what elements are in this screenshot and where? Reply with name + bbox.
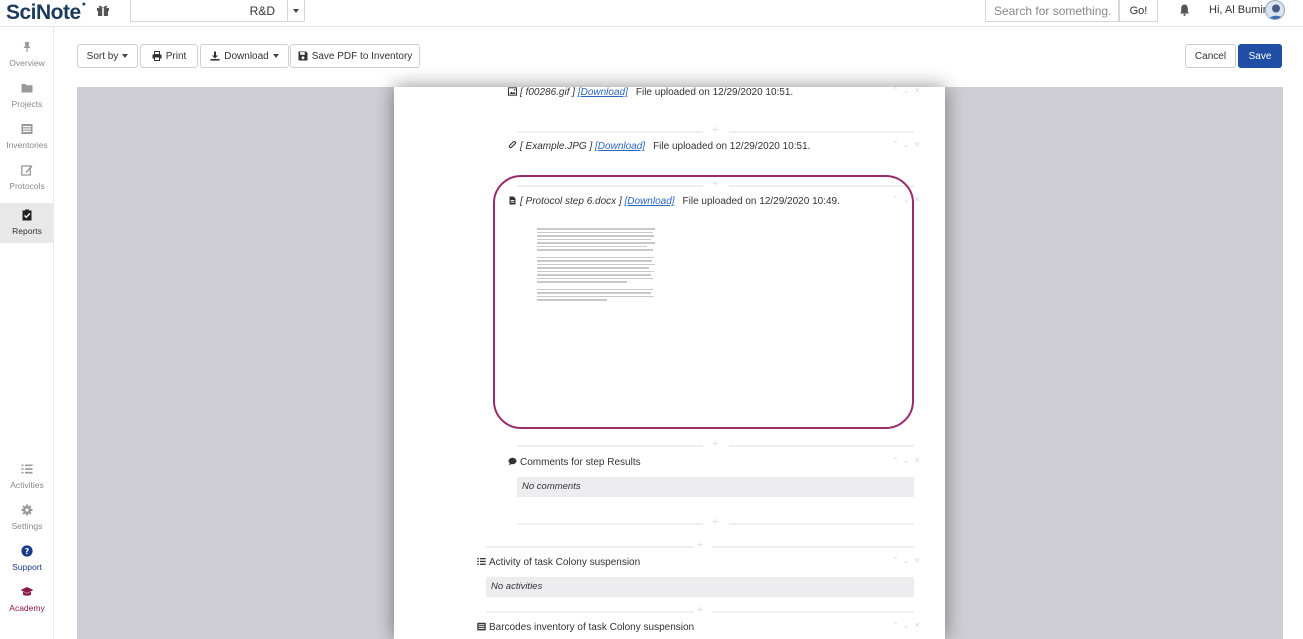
section-divider [712,546,914,548]
chevron-down-icon [122,54,129,58]
section-divider [486,546,694,548]
list-box-icon [477,622,486,631]
gear-icon [21,504,33,516]
sidebar-item-projects[interactable]: Projects [0,82,54,122]
print-button[interactable]: Print [140,44,198,68]
sidebar-item-support[interactable]: ? Support [0,545,54,585]
scinote-logo[interactable]: SciNote● [6,1,86,25]
clipboard-check-icon [22,209,32,221]
team-selector-toggle[interactable] [287,0,305,22]
download-icon [210,51,220,61]
report-canvas[interactable]: ⌃ ⌄ ✕ [ f00286.gif ] [Download] File uplo… [77,86,1283,639]
save-pdf-to-inventory-button[interactable]: Save PDF to Inventory [290,44,420,68]
sidebar-item-academy[interactable]: Academy [0,586,54,626]
svg-text:?: ? [25,547,30,556]
highlight-annotation [493,175,914,429]
top-navbar: SciNote● R&D Go! Hi, Al Bumin [0,0,1303,27]
report-toolbar: Sort by Print Download Save PDF to Inven… [55,27,1303,87]
result-file-row: [ Example.JPG ] [Download] File uploaded … [508,141,810,152]
empty-activities-box: No activities [486,577,914,597]
element-controls[interactable]: ⌃ ⌄ ✕ [892,456,922,465]
sidebar-item-settings[interactable]: Settings [0,504,54,544]
add-element-icon[interactable]: + [697,539,703,551]
sidebar-item-activities[interactable]: Activities [0,463,54,503]
add-element-icon[interactable]: + [712,438,718,450]
sidebar-item-inventories[interactable]: Inventories [0,123,54,163]
download-button[interactable]: Download [200,44,289,68]
team-selector[interactable]: R&D [130,0,288,22]
section-divider [517,131,703,133]
add-element-icon[interactable]: + [712,124,718,136]
left-sidebar: Overview Projects Inventories Protocols … [0,27,54,639]
section-divider [517,523,703,525]
list-box-icon [21,124,33,134]
chevron-down-icon [293,9,299,13]
download-link[interactable]: [Download] [595,141,645,152]
sidebar-item-overview[interactable]: Overview [0,41,54,81]
floppy-disk-icon [298,51,308,61]
activity-section-title: Activity of task Colony suspension [477,557,640,568]
section-divider [486,611,694,613]
section-divider [729,523,914,525]
graduation-cap-icon [20,587,34,596]
gift-icon[interactable] [96,3,110,17]
element-controls[interactable]: ⌃ ⌄ ✕ [892,86,922,95]
sort-by-button[interactable]: Sort by [77,44,138,68]
section-divider [517,445,703,447]
folder-icon [21,84,33,93]
bell-icon[interactable] [1179,4,1190,16]
sidebar-item-reports[interactable]: Reports [0,203,54,243]
image-icon [508,87,517,96]
paperclip-icon [508,141,517,149]
search-input[interactable] [985,0,1119,22]
download-link[interactable]: [Download] [578,87,628,98]
printer-icon [152,51,162,61]
list-icon [21,464,33,474]
element-controls[interactable]: ⌃ ⌄ ✕ [892,621,922,630]
add-element-icon[interactable]: + [697,604,703,616]
list-icon [477,558,486,565]
user-avatar-icon [1268,4,1284,19]
edit-icon [21,165,33,176]
result-file-row: [ f00286.gif ] [Download] File uploaded o… [508,87,793,98]
add-element-icon[interactable]: + [712,516,718,528]
element-controls[interactable]: ⌃ ⌄ ✕ [892,556,922,565]
element-controls[interactable]: ⌃ ⌄ ✕ [892,140,922,149]
pin-icon [23,42,31,52]
save-button[interactable]: Save [1238,44,1282,68]
empty-comments-box: No comments [517,477,914,497]
search-go-button[interactable]: Go! [1119,0,1158,22]
sidebar-item-protocols[interactable]: Protocols [0,164,54,204]
user-greeting[interactable]: Hi, Al Bumin [1209,4,1269,16]
comment-icon [508,457,517,466]
barcodes-section-title: Barcodes inventory of task Colony suspen… [477,622,694,633]
section-divider [729,445,914,447]
section-divider [729,131,914,133]
chevron-down-icon [272,54,279,58]
comments-section-title: Comments for step Results [508,457,641,468]
question-circle-icon: ? [21,545,33,557]
cancel-button[interactable]: Cancel [1185,44,1236,68]
avatar[interactable] [1265,0,1285,20]
section-divider [712,611,914,613]
